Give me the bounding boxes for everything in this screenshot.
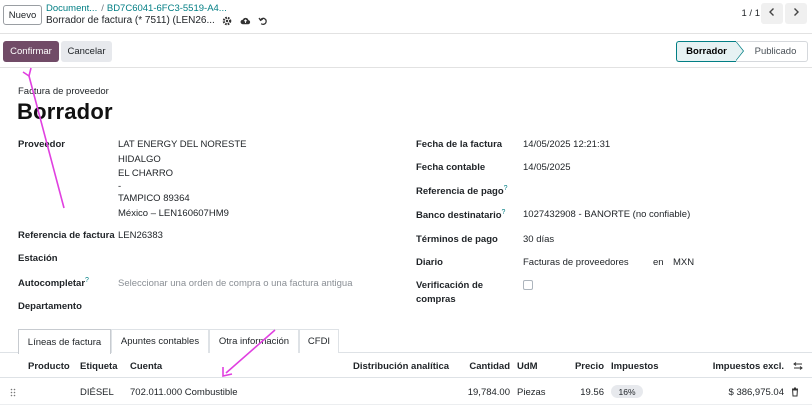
autocomplete-label: Autocompletar? [18,277,89,290]
invoice-date-field[interactable]: 14/05/2025 12:21:31 [523,139,610,150]
confirm-button[interactable]: Confirmar [3,41,59,62]
vendor-address-line: HIDALGO [118,154,161,165]
stage-publicado[interactable]: Publicado [736,41,808,62]
accounting-date-label: Fecha contable [416,162,486,173]
station-label: Estación [18,253,58,264]
invoice-reference-label: Referencia de factura [18,230,115,241]
invoice-reference-field[interactable]: LEN26383 [118,230,163,241]
purchase-verification-label: compras [416,294,456,305]
status-stages: Borrador Publicado [676,41,808,62]
vendor-address-line[interactable]: LAT ENERGY DEL NORESTE [118,139,246,150]
gear-icon[interactable] [222,15,233,26]
breadcrumb-record-link[interactable]: BD7C6041-6FC3-5519-A4... [107,3,227,14]
form-statusbar: Confirmar Cancelar Borrador Publicado [0,34,812,68]
recipient-bank-label: Banco destinatario? [416,209,506,222]
journal-label: Diario [416,257,443,268]
column-header-account[interactable]: Cuenta [130,361,162,372]
department-label: Departamento [18,301,82,312]
column-header-taxes[interactable]: Impuestos [611,361,659,372]
tab-invoice-lines[interactable]: Líneas de factura [18,329,111,354]
control-panel: Nuevo Document... / BD7C6041-6FC3-5519-A4.… [0,0,812,34]
tab-cfdi[interactable]: CFDI [299,329,339,353]
chevron-right-icon [792,7,800,20]
column-header-label[interactable]: Etiqueta [80,361,117,372]
cloud-upload-icon[interactable] [240,15,251,26]
column-header-price[interactable]: Precio [575,361,604,372]
tax-badge[interactable]: 16% [611,385,643,398]
currency-field[interactable]: MXN [673,257,694,268]
pager-next-button[interactable] [785,3,807,24]
move-type-label: Factura de proveedor [18,86,109,97]
invoice-date-label: Fecha de la factura [416,139,503,150]
drag-handle-icon[interactable] [10,388,16,400]
cancel-button[interactable]: Cancelar [61,41,112,62]
purchase-verification-label: Verificación de [416,280,484,291]
cell-price[interactable]: 19.56 [580,387,604,398]
breadcrumb-parent-link[interactable]: Document... [46,3,97,14]
table-header: Producto Etiqueta Cuenta Distribución an… [0,354,812,378]
chevron-left-icon [768,7,776,20]
cell-quantity[interactable]: 19,784.00 [468,387,510,398]
journal-field[interactable]: Facturas de proveedores [523,257,629,268]
cell-account[interactable]: 702.011.000 Combustible [130,387,238,398]
pager-previous-button[interactable] [761,3,783,24]
table-row[interactable]: DIÉSEL 702.011.000 Combustible 19,784.00… [0,379,812,405]
tab-journal-items[interactable]: Apuntes contables [111,329,209,353]
column-header-analytic[interactable]: Distribución analítica [353,361,449,372]
vendor-label: Proveedor [18,139,65,150]
autocomplete-input[interactable]: Seleccionar una orden de compra o una fa… [118,278,353,289]
cell-uom[interactable]: Piezas [517,387,546,398]
help-tooltip-icon[interactable]: ? [504,185,508,192]
accounting-date-field[interactable]: 14/05/2025 [523,162,571,173]
payment-terms-label: Términos de pago [416,234,498,245]
help-tooltip-icon[interactable]: ? [502,209,506,216]
sliders-icon[interactable] [793,361,803,374]
vendor-address-line: - [118,181,122,192]
journal-in-text: en [653,257,664,268]
tab-other-info[interactable]: Otra información [209,329,299,353]
pager-value[interactable]: 1 / 1 [742,8,761,19]
cell-subtotal: $ 386,975.04 [728,387,784,398]
help-tooltip-icon[interactable]: ? [85,277,89,284]
trash-icon[interactable] [791,387,799,400]
purchase-verification-checkbox[interactable] [523,280,533,290]
vendor-address-line: EL CHARRO [118,168,174,179]
undo-icon[interactable] [258,15,269,26]
breadcrumb: Document... / BD7C6041-6FC3-5519-A4... [46,3,227,14]
new-button[interactable]: Nuevo [3,5,42,25]
payment-reference-label: Referencia de pago? [416,185,508,198]
payment-terms-field[interactable]: 30 días [523,234,554,245]
notebook-tabs: Líneas de factura Apuntes contables Otra… [0,329,812,354]
cell-label[interactable]: DIÉSEL [80,387,114,398]
vendor-address-line: México – LEN160607HM9 [118,208,229,219]
column-header-uom[interactable]: UdM [517,361,538,372]
column-header-subtotal[interactable]: Impuestos excl. [713,361,784,372]
record-title: Borrador de factura (* 7511) (LEN26... [46,15,215,26]
vendor-address-line: TAMPICO 89364 [118,193,190,204]
recipient-bank-field[interactable]: 1027432908 - BANORTE (no confiable) [523,209,690,220]
column-header-product[interactable]: Producto [28,361,70,372]
breadcrumb-separator: / [101,3,104,14]
record-title-row: Borrador de factura (* 7511) (LEN26... [46,15,269,26]
column-header-quantity[interactable]: Cantidad [469,361,510,372]
page-title: Borrador [17,99,113,124]
stage-borrador[interactable]: Borrador [676,41,744,62]
